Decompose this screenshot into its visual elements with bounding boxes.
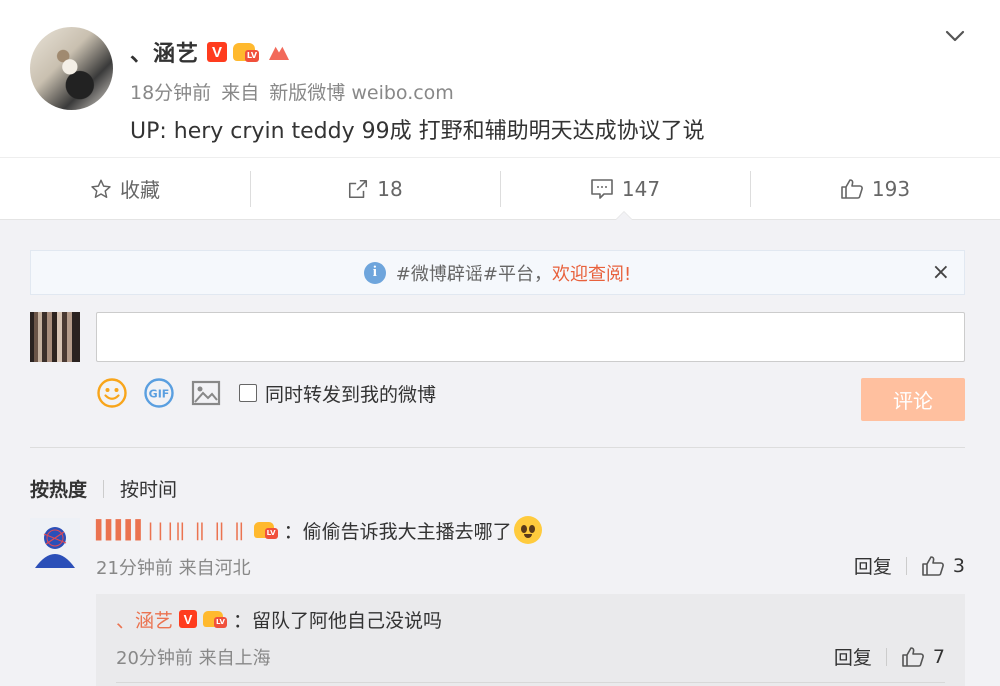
tab-sort-hot[interactable]: 按热度: [30, 475, 87, 502]
emoji-icon[interactable]: [96, 377, 128, 409]
post-action-bar: 收藏 18 147 193: [0, 157, 1000, 220]
reply-button[interactable]: 回复: [854, 552, 892, 579]
chevron-down-icon[interactable]: [944, 28, 966, 44]
image-icon[interactable]: [190, 377, 222, 409]
comment-actions: 回复 3: [854, 552, 965, 579]
divider: [30, 447, 965, 448]
repost-label: 同时转发到我的微博: [265, 383, 437, 406]
repost-count: 18: [377, 176, 403, 201]
comment-button[interactable]: 147: [500, 158, 750, 219]
thumbs-up-icon[interactable]: [921, 555, 945, 577]
author-name[interactable]: 、涵艺: [130, 36, 199, 68]
author-row: 、涵艺 V LV: [130, 36, 291, 68]
mountain-badge-icon[interactable]: [267, 42, 291, 62]
thumbs-up-icon: [841, 178, 863, 199]
comment-caret-inner: [616, 212, 632, 220]
svg-text:GIF: GIF: [149, 388, 170, 401]
favorite-label: 收藏: [120, 178, 160, 202]
reply-like-count: 7: [932, 645, 945, 668]
repost-checkbox-row[interactable]: 同时转发到我的微博: [239, 380, 436, 407]
reply-author-name[interactable]: 、涵艺: [116, 606, 173, 633]
action-separator: [905, 556, 907, 575]
sort-tabs: 按热度 按时间: [30, 475, 177, 502]
my-avatar[interactable]: [30, 312, 80, 362]
tab-sort-time[interactable]: 按时间: [120, 475, 177, 502]
commenter-name[interactable]: ▌▌▌▌▌|||‖ ‖ ‖ ‖: [96, 520, 245, 541]
reply-location: 来自上海: [198, 648, 271, 669]
repost-checkbox[interactable]: [239, 384, 257, 402]
verified-v-badge[interactable]: V: [179, 610, 198, 628]
notice-text[interactable]: #微博辟谣#平台，: [396, 260, 552, 286]
post-source[interactable]: 新版微博 weibo.com: [269, 82, 454, 104]
author-avatar[interactable]: [30, 27, 113, 110]
verified-v-badge[interactable]: V: [207, 42, 228, 62]
comment-time: 21分钟前: [96, 558, 173, 579]
notice-link[interactable]: 欢迎查阅!: [552, 260, 631, 286]
post-text: UP: hery cryin teddy 99成 打野和辅助明天达成协议了说: [130, 119, 705, 144]
comment-location: 来自河北: [178, 558, 251, 579]
reply-reply-button[interactable]: 回复: [834, 643, 872, 670]
comment-icon: [591, 178, 613, 199]
comment-header: ▌▌▌▌▌|||‖ ‖ ‖ ‖ LV ：偷偷告诉我大主播去哪了: [96, 515, 542, 545]
post-meta: 18分钟前 来自 新版微博 weibo.com: [130, 78, 458, 105]
rumor-notice-bar: i #微博辟谣#平台， 欢迎查阅! ×: [30, 250, 965, 295]
reply-text: ：留队了阿他自己没说吗: [233, 609, 443, 632]
reply-meta: 20分钟前 来自上海: [116, 644, 271, 670]
vip-crown-icon[interactable]: LV: [233, 41, 261, 63]
whisper-emoji-icon: [513, 516, 542, 544]
gif-icon[interactable]: GIF: [143, 377, 175, 409]
like-count: 193: [871, 176, 911, 201]
reply-thread: 、涵艺 V LV ：留队了阿他自己没说吗 20分钟前 来自上海 回复 7: [96, 594, 965, 686]
vip-crown-icon[interactable]: LV: [203, 609, 229, 629]
weibo-post: 、涵艺 V LV 18分钟前 来自 新版微博 weibo.com UP: her…: [0, 0, 1000, 157]
comment-text: ：偷偷告诉我大主播去哪了: [283, 520, 512, 543]
reply-actions: 回复 7: [834, 643, 945, 670]
comment-count: 147: [621, 176, 661, 201]
submit-comment-button[interactable]: 评论: [861, 378, 965, 421]
commenter-avatar[interactable]: [30, 518, 80, 568]
vip-crown-icon[interactable]: LV: [253, 520, 280, 540]
comment-input[interactable]: [96, 312, 965, 362]
comment-meta: 21分钟前 来自河北: [96, 554, 251, 580]
post-time[interactable]: 18分钟前: [130, 82, 211, 104]
star-icon: [91, 179, 111, 198]
favorite-button[interactable]: 收藏: [0, 158, 250, 219]
reply-time: 20分钟前: [116, 648, 193, 669]
post-source-prefix: 来自: [221, 82, 260, 104]
close-icon[interactable]: ×: [932, 260, 950, 285]
reply-divider: [116, 682, 945, 683]
comment-like-count: 3: [952, 554, 965, 577]
composer-tools: GIF 同时转发到我的微博: [96, 376, 436, 410]
repost-button[interactable]: 18: [250, 158, 500, 219]
action-separator: [885, 647, 887, 666]
like-button[interactable]: 193: [750, 158, 1000, 219]
thumbs-up-icon[interactable]: [901, 646, 925, 668]
sort-separator: [103, 479, 105, 498]
info-icon: i: [363, 261, 386, 284]
share-icon: [349, 179, 368, 198]
reply-header: 、涵艺 V LV ：留队了阿他自己没说吗: [116, 604, 442, 634]
